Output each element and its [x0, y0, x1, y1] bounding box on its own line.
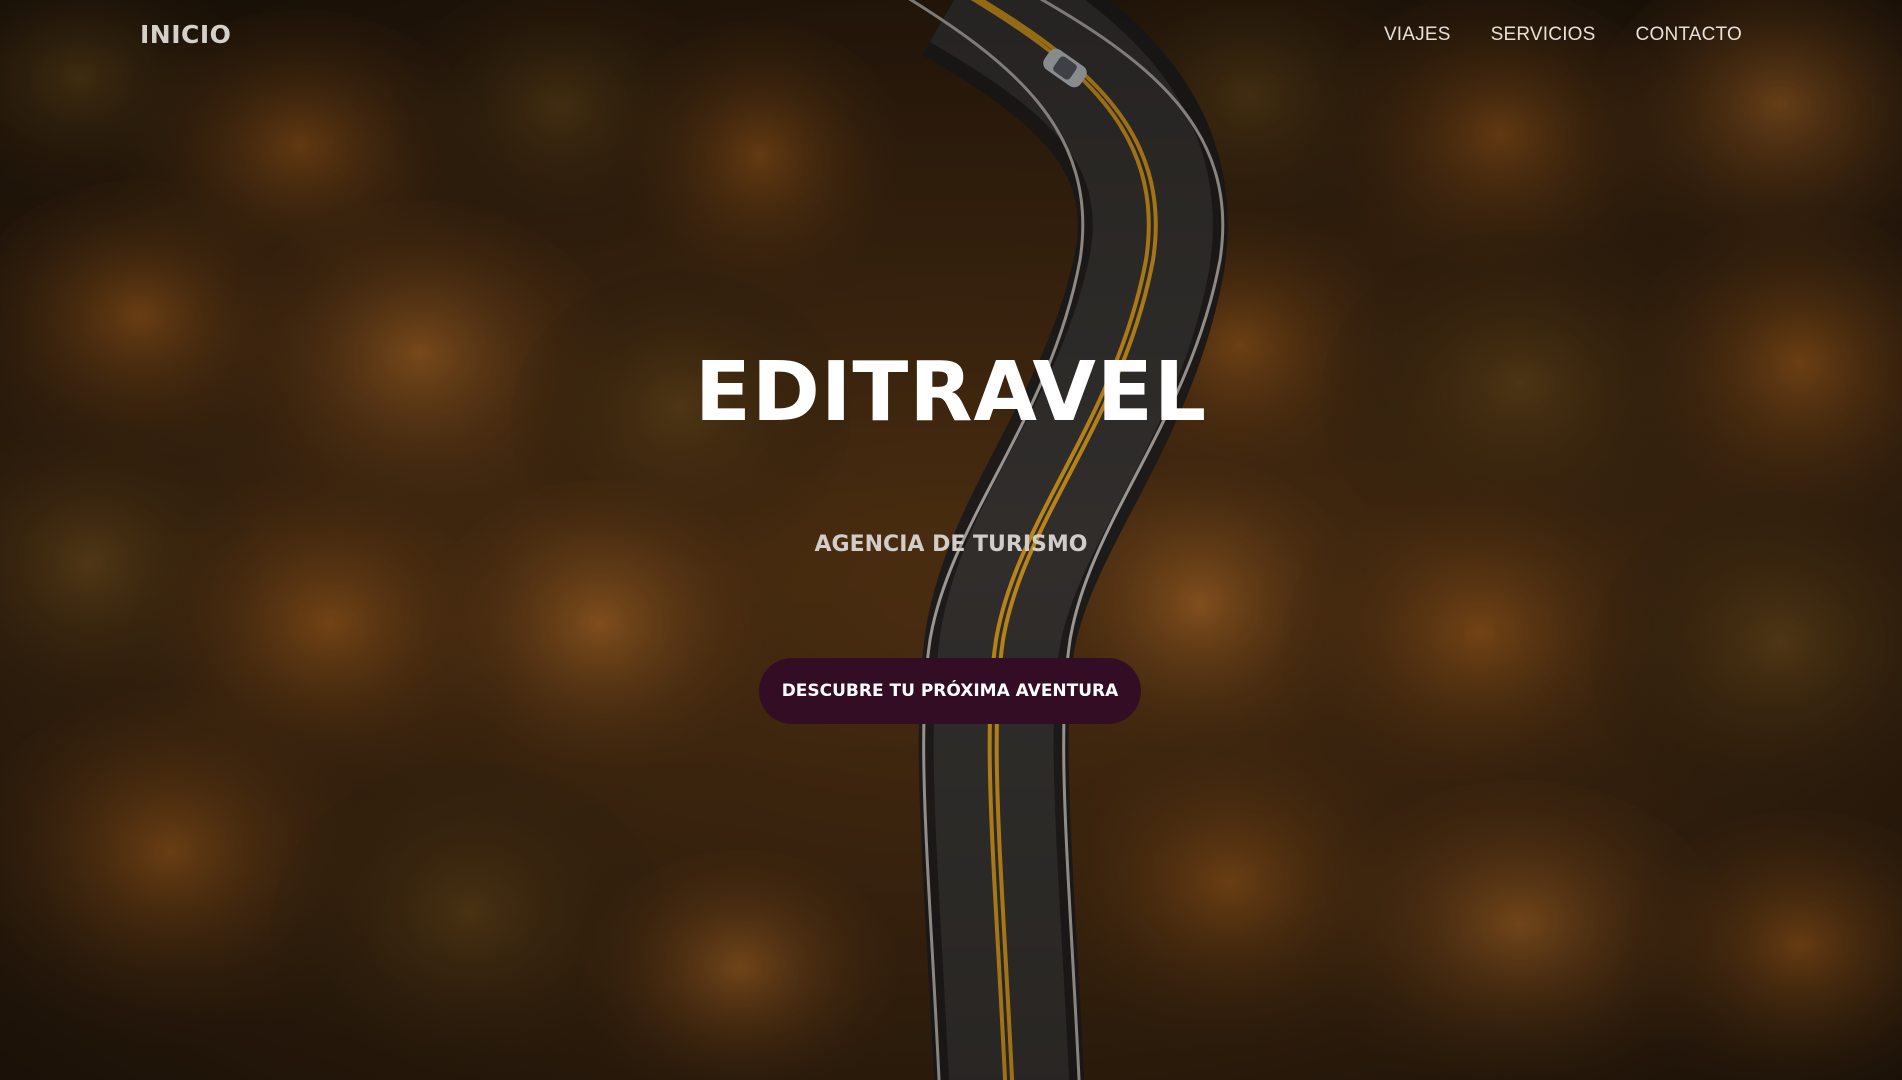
brand-title: EDITRAVEL [694, 345, 1208, 440]
nav-link-viajes[interactable]: VIAJES [1384, 24, 1451, 46]
hero-subtitle: AGENCIA DE TURISMO [814, 532, 1088, 557]
nav-link-contacto[interactable]: CONTACTO [1636, 24, 1742, 46]
hero-section: INICIO VIAJES SERVICIOS CONTACTO EDITRAV… [0, 0, 1902, 1080]
nav-link-inicio[interactable]: INICIO [140, 20, 231, 49]
nav-link-servicios[interactable]: SERVICIOS [1491, 24, 1596, 46]
top-navbar: INICIO VIAJES SERVICIOS CONTACTO [0, 0, 1902, 70]
nav-links: VIAJES SERVICIOS CONTACTO [1384, 24, 1742, 46]
discover-adventure-button[interactable]: DESCUBRE TU PRÓXIMA AVENTURA [759, 658, 1141, 724]
